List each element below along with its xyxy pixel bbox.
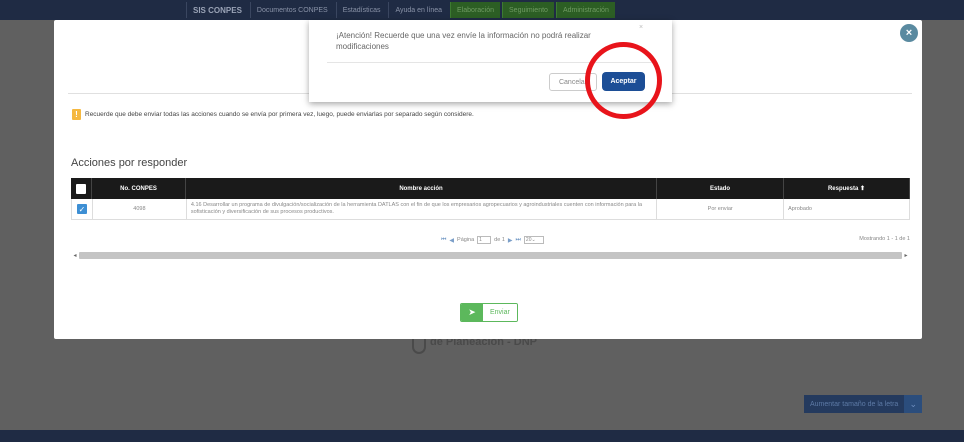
nav-item-administracion[interactable]: Administración <box>555 2 615 18</box>
column-header-accion[interactable]: Nombre acción <box>186 178 657 199</box>
actions-table: No. CONPES Nombre acción Estado Respuest… <box>71 178 910 220</box>
row-checkbox[interactable]: ✓ <box>76 204 87 214</box>
row-checkbox-cell: ✓ <box>72 199 93 219</box>
page-of-label: de 1 <box>494 237 505 243</box>
chevron-down-icon: ⌄ <box>904 395 923 413</box>
pagination-controls: ⏮ ◀ Página 1 de 1 ▶ ⏭ 20 ⌄ <box>441 236 544 244</box>
column-header-conpes[interactable]: No. CONPES <box>92 178 186 199</box>
font-size-button[interactable]: Aumentar tamaño de la letra ⌄ <box>804 395 923 413</box>
column-header-estado[interactable]: Estado <box>657 178 784 199</box>
table-row[interactable]: ✓ 4098 4.16 Desarrollar un programa de d… <box>71 199 910 220</box>
send-icon: ➤ <box>461 304 483 321</box>
close-icon[interactable]: × <box>900 24 918 42</box>
dialog-close-icon[interactable]: × <box>639 24 643 31</box>
table-header: No. CONPES Nombre acción Estado Respuest… <box>71 178 910 199</box>
font-size-label: Aumentar tamaño de la letra <box>804 395 905 413</box>
nav-item-documentos[interactable]: Documentos CONPES <box>249 2 334 18</box>
cell-accion: 4.16 Desarrollar un programa de divulgac… <box>187 199 658 219</box>
pagination: ⏮ ◀ Página 1 de 1 ▶ ⏭ 20 ⌄ Mostrando 1 - … <box>71 236 910 246</box>
sis-conpes-logo[interactable]: SIS CONPES <box>186 2 248 18</box>
scrollbar-thumb[interactable] <box>79 251 902 259</box>
page-size-select[interactable]: 20 ⌄ <box>523 236 544 244</box>
cell-conpes: 4098 <box>93 199 187 219</box>
nav-item-estadisticas[interactable]: Estadísticas <box>335 2 387 18</box>
nav-item-seguimiento[interactable]: Seguimiento <box>502 2 554 18</box>
notice-banner: ! Recuerde que debe enviar todas las acc… <box>72 109 474 120</box>
nav-item-ayuda[interactable]: Ayuda en línea <box>388 2 448 18</box>
prev-page-icon[interactable]: ◀ <box>449 237 454 244</box>
section-title: Acciones por responder <box>71 157 188 169</box>
notice-text: Recuerde que debe enviar todas las accio… <box>85 111 474 118</box>
scroll-left-icon[interactable]: ◂ <box>71 252 79 259</box>
warning-icon: ! <box>72 109 81 120</box>
select-all-checkbox[interactable] <box>76 183 86 194</box>
next-page-icon[interactable]: ▶ <box>508 237 513 244</box>
column-header-respuesta[interactable]: Respuesta ⬆ <box>784 178 910 199</box>
top-navigation-bar: SIS CONPES Documentos CONPES Estadística… <box>0 0 964 20</box>
nav-item-elaboracion[interactable]: Elaboración <box>450 2 501 18</box>
cell-respuesta: Aprobado <box>784 199 910 219</box>
send-button[interactable]: ➤ Enviar <box>460 303 518 322</box>
send-label: Enviar <box>483 304 517 321</box>
pagination-summary: Mostrando 1 - 1 de 1 <box>859 236 910 242</box>
bottom-bar <box>0 430 964 442</box>
cell-estado: Por enviar <box>657 199 785 219</box>
page-size-value: 20 <box>525 237 532 243</box>
select-all-checkbox-cell <box>71 178 92 199</box>
scroll-right-icon[interactable]: ▸ <box>902 252 910 259</box>
horizontal-scrollbar[interactable]: ◂ ▸ <box>71 251 910 259</box>
first-page-icon[interactable]: ⏮ <box>441 237 446 244</box>
dialog-message: ¡Atención! Recuerde que una vez envíe la… <box>336 31 591 51</box>
page-number-input[interactable]: 1 <box>477 236 492 244</box>
highlight-circle <box>585 42 662 119</box>
page-label: Página <box>457 237 475 243</box>
nav-menu: SIS CONPES Documentos CONPES Estadística… <box>186 2 615 18</box>
last-page-icon[interactable]: ⏭ <box>516 237 521 244</box>
